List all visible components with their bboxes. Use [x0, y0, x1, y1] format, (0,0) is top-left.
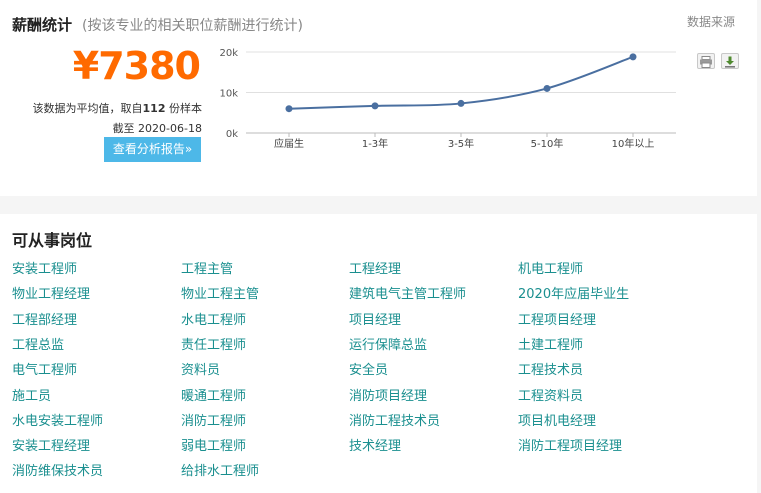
job-link[interactable]: 资料员	[181, 359, 220, 378]
job-link[interactable]: 弱电工程师	[181, 435, 246, 454]
job-link[interactable]: 暖通工程师	[181, 385, 246, 404]
job-link[interactable]: 给排水工程师	[181, 460, 259, 479]
salary-subtitle: (按该专业的相关职位薪酬进行统计)	[82, 18, 303, 34]
data-point	[543, 84, 551, 92]
job-link[interactable]: 工程资料员	[518, 385, 583, 404]
job-link[interactable]: 工程总监	[12, 334, 64, 353]
jobs-panel: 可从事岗位 安装工程师 工程主管 工程经理 机电工程师物业工程经理 物业工程主管 建筑电气…	[0, 214, 757, 493]
average-note-prefix: 该数据为平均值，取自	[32, 102, 143, 115]
job-link[interactable]: 消防工程技术员	[349, 410, 440, 429]
job-link[interactable]: 运行保障总监	[349, 334, 427, 353]
job-link[interactable]: 物业工程主管	[181, 283, 259, 302]
average-salary: ¥7380	[72, 44, 201, 88]
y-tick-label: 20k	[219, 48, 238, 59]
data-source-link[interactable]: 数据来源	[687, 13, 735, 30]
job-link[interactable]: 安装工程经理	[12, 435, 90, 454]
print-button[interactable]	[697, 53, 715, 69]
job-link[interactable]: 建筑电气主管工程师	[349, 283, 466, 302]
y-tick-label: 10k	[219, 89, 238, 100]
job-link[interactable]: 消防工程师	[181, 410, 246, 429]
job-link[interactable]: 项目机电经理	[518, 410, 596, 429]
y-tick-label: 0k	[226, 129, 238, 140]
sample-count: 112	[142, 102, 166, 115]
job-link[interactable]: 工程技术员	[518, 359, 583, 378]
job-link[interactable]: 物业工程经理	[12, 283, 90, 302]
jobs-title: 可从事岗位	[12, 231, 93, 250]
data-point	[629, 53, 637, 61]
salary-title: 薪酬统计	[12, 16, 73, 34]
job-link[interactable]: 安全员	[349, 359, 388, 378]
download-button[interactable]	[721, 53, 739, 69]
download-icon	[725, 56, 735, 68]
data-point	[285, 105, 293, 113]
average-note: 该数据为平均值，取自112 份样本	[33, 100, 202, 116]
job-link[interactable]: 责任工程师	[181, 334, 246, 353]
job-link[interactable]: 工程主管	[181, 258, 233, 277]
x-tick-label: 5-10年	[531, 137, 564, 150]
job-link[interactable]: 水电工程师	[181, 309, 246, 328]
data-point	[371, 102, 379, 110]
job-link[interactable]: 消防工程项目经理	[518, 435, 622, 454]
job-link[interactable]: 消防维保技术员	[12, 460, 103, 479]
data-point	[457, 99, 465, 107]
date-note: 截至 2020-06-18	[112, 122, 202, 135]
job-link[interactable]: 机电工程师	[518, 258, 583, 277]
job-link[interactable]: 安装工程师	[12, 258, 77, 277]
job-link[interactable]: 土建工程师	[518, 334, 583, 353]
job-link[interactable]: 工程项目经理	[518, 309, 596, 328]
x-tick-label: 10年以上	[612, 137, 655, 150]
job-link[interactable]: 电气工程师	[12, 359, 77, 378]
x-tick-label: 3-5年	[448, 137, 474, 150]
salary-chart: 0k 10k 20k 应届生 1-3年 3-5年 5-10年 10年以上	[219, 48, 676, 150]
job-link[interactable]: 工程部经理	[12, 309, 77, 328]
x-tick-label: 1-3年	[362, 137, 388, 150]
salary-panel: 薪酬统计 (按该专业的相关职位薪酬进行统计) 数据来源 ¥7380 该数据为平均…	[0, 0, 757, 196]
job-link[interactable]: 技术经理	[349, 435, 401, 454]
job-link[interactable]: 工程经理	[349, 258, 401, 277]
job-link[interactable]: 消防项目经理	[349, 385, 427, 404]
job-link[interactable]: 水电安装工程师	[12, 410, 103, 429]
printer-icon	[700, 56, 712, 68]
job-link[interactable]: 施工员	[12, 385, 51, 404]
job-link[interactable]: 2020年应届毕业生	[518, 283, 629, 302]
job-link[interactable]: 项目经理	[349, 309, 401, 328]
view-report-button[interactable]: 查看分析报告»	[104, 137, 201, 162]
x-tick-label: 应届生	[274, 137, 304, 150]
average-note-suffix: 份样本	[165, 102, 202, 115]
